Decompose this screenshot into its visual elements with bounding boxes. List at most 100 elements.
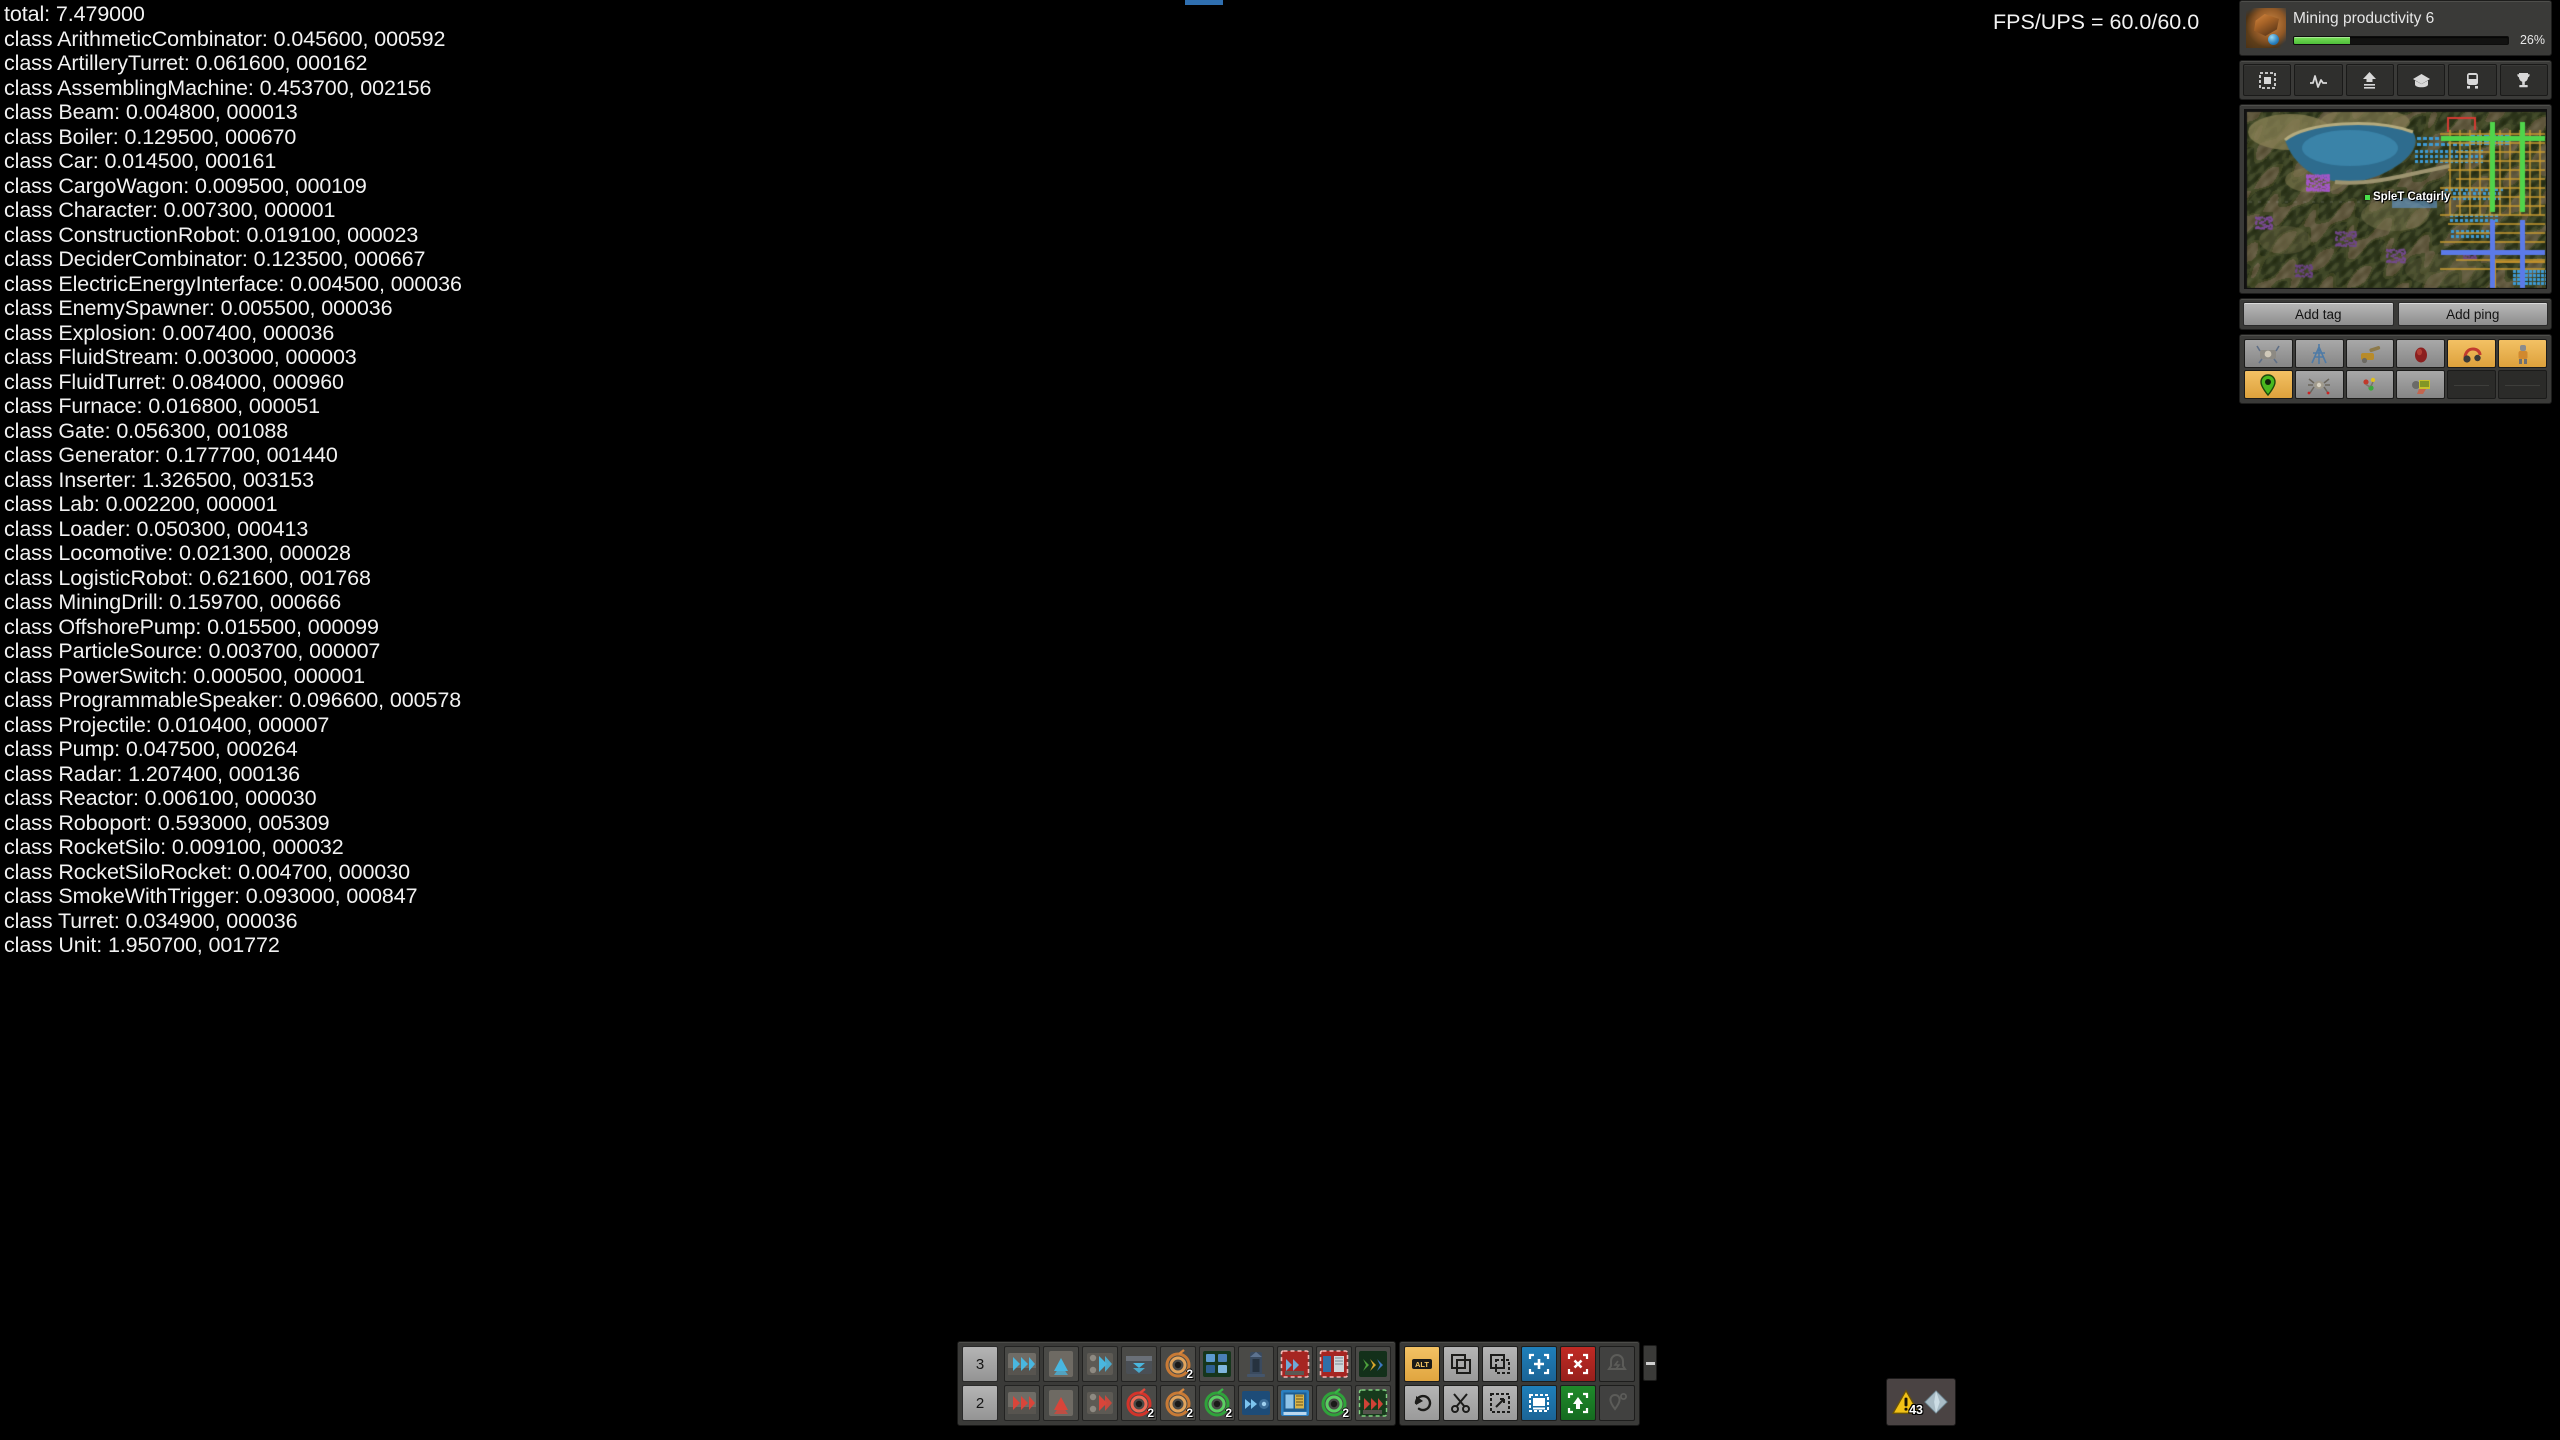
debug-line: class ArithmeticCombinator: 0.045600, 00… bbox=[4, 26, 446, 51]
shortcut-grid bbox=[2244, 339, 2547, 399]
blueprint-book-button[interactable] bbox=[1521, 1385, 1557, 1421]
quickbar-slot-blueprint-belt-blue[interactable] bbox=[1238, 1385, 1274, 1421]
research-name: Mining productivity 6 bbox=[2293, 10, 2435, 27]
shortcut-artillery-remote[interactable] bbox=[2345, 339, 2395, 368]
quickbar-slot-copper-cable[interactable]: 2 bbox=[1160, 1346, 1196, 1382]
upgrade-planner-button[interactable] bbox=[1560, 1385, 1596, 1421]
quickbar-slot-fast-transport-belt[interactable] bbox=[1004, 1385, 1040, 1421]
quickbar-slot-express-transport-belt[interactable] bbox=[1004, 1346, 1040, 1382]
debug-entity-list: class ArithmeticCombinator: 0.045600, 00… bbox=[4, 27, 896, 958]
tool-row bbox=[1404, 1385, 1635, 1421]
shortcut-bar-panel bbox=[2239, 334, 2552, 404]
svg-text:ALT: ALT bbox=[1415, 1360, 1429, 1369]
quickbar-slot-express-splitter[interactable] bbox=[1082, 1346, 1118, 1382]
shortcut-discharge-defense-remote[interactable] bbox=[2396, 339, 2446, 368]
debug-line: class FluidTurret: 0.084000, 000960 bbox=[4, 369, 344, 394]
debug-line: class DeciderCombinator: 0.123500, 00066… bbox=[4, 247, 426, 271]
research-progress-bar bbox=[2293, 35, 2509, 45]
achievements-icon[interactable] bbox=[2499, 64, 2548, 96]
minimap-player-label: SpleT Catgirly bbox=[2365, 191, 2450, 203]
fps-ups-readout: FPS/UPS = 60.0/60.0 bbox=[1993, 10, 2200, 34]
debug-line: class ElectricEnergyInterface: 0.004500,… bbox=[4, 271, 462, 296]
technology-icon[interactable] bbox=[2396, 64, 2446, 96]
debug-line: class Boiler: 0.129500, 000670 bbox=[4, 124, 297, 149]
new-blueprint-button[interactable] bbox=[1521, 1346, 1557, 1382]
quickbar-slot-red-wire[interactable]: 2 bbox=[1121, 1385, 1157, 1421]
research-progress-panel[interactable]: Mining productivity 6 26% bbox=[2239, 0, 2552, 56]
shortcut-empty-1 bbox=[2447, 370, 2497, 399]
debug-line: class SmokeWithTrigger: 0.093000, 000847 bbox=[4, 884, 418, 908]
right-hud-column: Mining productivity 6 26% SpleT Catgirly… bbox=[2239, 0, 2552, 404]
quickbar-row-number[interactable]: 2 bbox=[962, 1385, 998, 1421]
shortcut-construction-robots[interactable] bbox=[2345, 370, 2395, 399]
quickbar-slot-rail-signal-dark[interactable] bbox=[1238, 1346, 1274, 1382]
debug-line: class MiningDrill: 0.159700, 000666 bbox=[4, 590, 342, 614]
quickbar-slot-steel-chest[interactable] bbox=[1121, 1346, 1157, 1382]
shortcut-empty-2 bbox=[2498, 370, 2547, 399]
copy-selection-button[interactable] bbox=[1482, 1346, 1518, 1382]
quickbar-slot-green-wire[interactable]: 2 bbox=[1199, 1385, 1235, 1421]
quickbar-slot-express-underground-belt[interactable] bbox=[1043, 1346, 1079, 1382]
shortcut-exoskeleton[interactable] bbox=[2498, 339, 2547, 368]
minimap[interactable]: SpleT Catgirly bbox=[2244, 109, 2547, 289]
debug-line: class FluidStream: 0.003000, 000003 bbox=[4, 345, 357, 369]
debug-line: class ProgrammableSpeaker: 0.096600, 000… bbox=[4, 688, 462, 712]
upgrade-planner-icon[interactable] bbox=[2345, 64, 2394, 96]
cut-button[interactable] bbox=[1443, 1385, 1479, 1421]
quickbar-slot-green-wire-2[interactable]: 2 bbox=[1316, 1385, 1352, 1421]
research-percent-label: 26% bbox=[2519, 33, 2545, 47]
debug-line: class Car: 0.014500, 000161 bbox=[4, 149, 277, 173]
shortcut-personal-roboport[interactable] bbox=[2447, 339, 2497, 368]
debug-line: class Character: 0.007300, 000001 bbox=[4, 198, 336, 222]
debug-line: class ConstructionRobot: 0.019100, 00002… bbox=[4, 222, 419, 247]
debug-line: class Loader: 0.050300, 000413 bbox=[4, 516, 309, 541]
paste-button[interactable] bbox=[1482, 1385, 1518, 1421]
quickbar-slot-deconstruction-module[interactable] bbox=[1316, 1346, 1352, 1382]
alert-indicator-box[interactable]: 43 bbox=[1886, 1378, 1956, 1426]
alt-mode-button[interactable]: ALT bbox=[1404, 1346, 1440, 1382]
shortcut-circuit-network[interactable] bbox=[2396, 370, 2446, 399]
debug-line: class EnemySpawner: 0.005500, 000036 bbox=[4, 296, 393, 320]
blueprint-library-icon[interactable] bbox=[2243, 64, 2292, 96]
quickbar-slot-copper-cable-2[interactable]: 2 bbox=[1160, 1385, 1196, 1421]
quickbar-slot-blueprint-book-dark[interactable] bbox=[1199, 1346, 1235, 1382]
tool-row: ALT bbox=[1404, 1346, 1635, 1382]
copy-button[interactable] bbox=[1443, 1346, 1479, 1382]
shortcut-power-pole[interactable] bbox=[2294, 339, 2344, 368]
quickbar-grip-handle[interactable] bbox=[1643, 1345, 1657, 1381]
tool-rows: ALT bbox=[1404, 1346, 1635, 1421]
add-tag-button[interactable]: Add tag bbox=[2243, 302, 2394, 326]
shortcut-spidertron[interactable] bbox=[2294, 370, 2344, 399]
train-overview-icon[interactable] bbox=[2448, 64, 2497, 96]
shortcut-spidertron-remote[interactable] bbox=[2244, 339, 2293, 368]
quickbar-row-number[interactable]: 3 bbox=[962, 1346, 998, 1382]
deconstruction-planner-button[interactable] bbox=[1560, 1346, 1596, 1382]
warning-triangle-icon[interactable]: 43 bbox=[1891, 1389, 1923, 1417]
minimap-panel[interactable]: SpleT Catgirly bbox=[2239, 104, 2552, 294]
debug-line: class Generator: 0.177700, 001440 bbox=[4, 443, 338, 467]
discharge-defense-button bbox=[1599, 1346, 1635, 1382]
production-statistics-icon[interactable] bbox=[2294, 64, 2343, 96]
quickbar-slot-blueprint-arrows[interactable] bbox=[1355, 1346, 1391, 1382]
debug-line: class Reactor: 0.006100, 000030 bbox=[4, 786, 317, 810]
item-count: 2 bbox=[1342, 1406, 1349, 1420]
add-ping-button[interactable]: Add ping bbox=[2397, 302, 2548, 326]
shortcut-map-tag[interactable] bbox=[2244, 370, 2293, 399]
debug-line: class OffshorePump: 0.015500, 000099 bbox=[4, 614, 379, 639]
debug-line: class Roboport: 0.593000, 005309 bbox=[4, 810, 330, 835]
debug-line: class RocketSiloRocket: 0.004700, 000030 bbox=[4, 859, 410, 884]
quickbar-slot-deconstruction-belt[interactable] bbox=[1277, 1346, 1313, 1382]
quickbar-panel: 3222222 bbox=[957, 1341, 1396, 1426]
quickbar-slot-fast-splitter[interactable] bbox=[1082, 1385, 1118, 1421]
item-count: 2 bbox=[1186, 1367, 1193, 1381]
item-count: 2 bbox=[1186, 1406, 1193, 1420]
debug-line: class PowerSwitch: 0.000500, 000001 bbox=[4, 663, 366, 688]
debug-line: class Turret: 0.034900, 000036 bbox=[4, 908, 298, 933]
player-name: SpleT Catgirly bbox=[2373, 191, 2451, 203]
undo-button[interactable] bbox=[1404, 1385, 1440, 1421]
quickbar-slot-fast-underground-belt[interactable] bbox=[1043, 1385, 1079, 1421]
quickbar-slot-blueprint-book-blue[interactable] bbox=[1277, 1385, 1313, 1421]
quickbar-slot-blueprint-belt-green[interactable] bbox=[1355, 1385, 1391, 1421]
crystal-alert-icon[interactable] bbox=[1923, 1389, 1949, 1415]
debug-line: class ParticleSource: 0.003700, 000007 bbox=[4, 639, 381, 663]
